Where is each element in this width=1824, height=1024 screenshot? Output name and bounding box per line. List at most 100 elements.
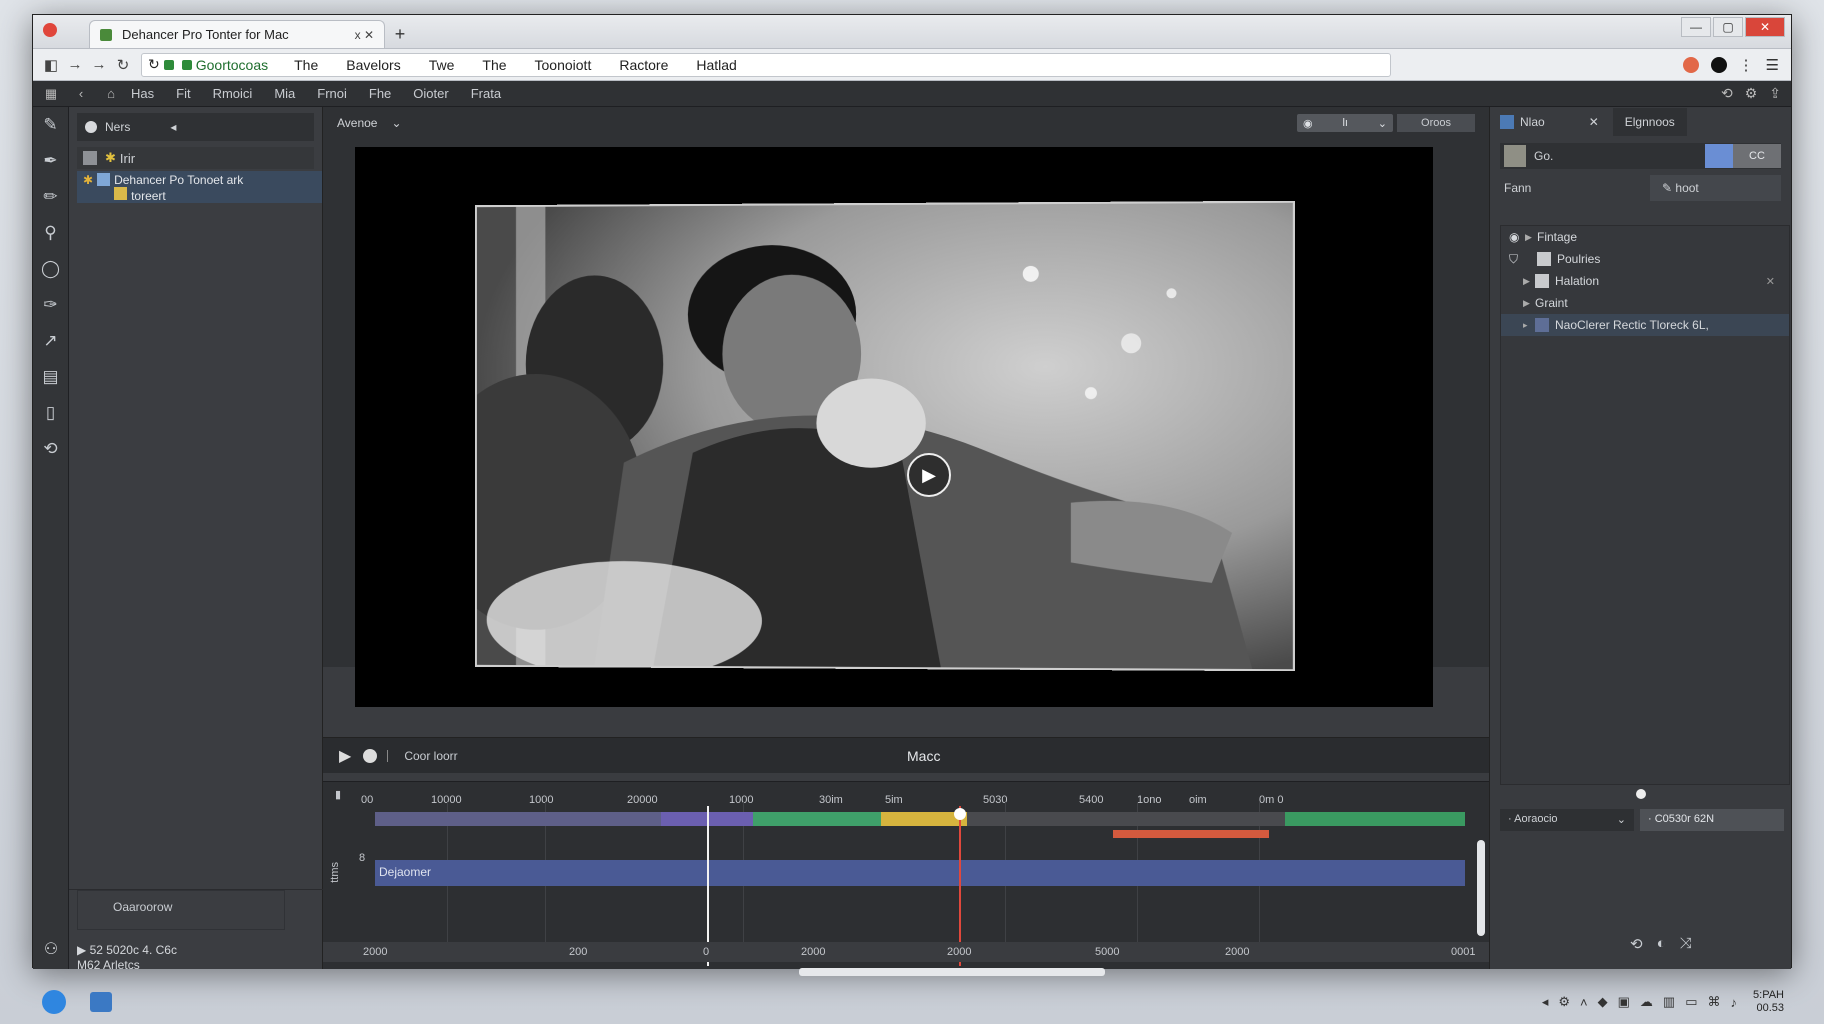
help-icon[interactable]: ⚇: [33, 939, 69, 959]
marker-range-bar[interactable]: [1113, 830, 1269, 838]
effect-toggle-icon[interactable]: ◉: [1509, 230, 1525, 244]
tray-arrow-icon[interactable]: ◂: [1542, 994, 1549, 1010]
url-input[interactable]: ↻ Goortocoas The Bavelors Twe The Toonoi…: [141, 53, 1391, 77]
menu-item-2[interactable]: Fit: [176, 86, 190, 101]
timeline-ruler[interactable]: ▮ 00 10000 1000 20000 1000 30im 5im 5030…: [323, 782, 1489, 804]
expand-icon[interactable]: ▶: [1523, 276, 1535, 287]
view-mode-toggle[interactable]: ◉ lı ⌄: [1297, 114, 1393, 132]
more-icon[interactable]: ⋮: [1739, 56, 1754, 74]
effect-checkbox[interactable]: [1537, 252, 1551, 266]
menu-item-7[interactable]: Oioter: [413, 86, 448, 101]
close-dot-icon[interactable]: [43, 23, 57, 37]
expand-icon[interactable]: ▸: [1523, 320, 1535, 331]
layers-tool-icon[interactable]: ▤: [33, 359, 68, 395]
color-segment-bar[interactable]: [375, 812, 1465, 826]
inspector-col-1[interactable]: Fann: [1500, 181, 1650, 195]
viewer-tab[interactable]: Avenoe: [337, 116, 377, 130]
zoom-select[interactable]: Oroos: [1397, 114, 1475, 132]
color-segment[interactable]: [375, 812, 661, 826]
record-icon[interactable]: [363, 749, 377, 763]
playhead-handle[interactable]: [954, 808, 966, 820]
inspector-tab-close-icon[interactable]: ✕: [1589, 115, 1599, 129]
browser-tab[interactable]: Dehancer Pro Tonter for Mac x ✕: [89, 20, 385, 48]
reload-icon[interactable]: ↻: [111, 53, 135, 77]
menu-item-3[interactable]: Rmoici: [213, 86, 253, 101]
slider-handle[interactable]: [1636, 789, 1646, 799]
shuffle-icon[interactable]: ⤨: [1680, 935, 1692, 953]
extension-icon[interactable]: [1683, 57, 1699, 73]
app-logo-icon[interactable]: ▦: [41, 86, 61, 102]
play-overlay-icon[interactable]: ▶: [907, 453, 951, 497]
node-tool-icon[interactable]: ⚲: [33, 215, 68, 251]
tray-network-icon[interactable]: ⌘: [1708, 994, 1721, 1010]
tray-camera-icon[interactable]: ▣: [1618, 994, 1630, 1010]
start-icon[interactable]: [42, 990, 66, 1014]
tray-app-icon[interactable]: ◆: [1598, 994, 1608, 1010]
project-row[interactable]: ✱ Irir: [77, 147, 314, 169]
timeline-horizontal-scrollbar[interactable]: [799, 968, 1105, 976]
inspector-tab-2[interactable]: Elgnnoos: [1613, 108, 1687, 136]
tab-close-icon[interactable]: x ✕: [355, 28, 374, 42]
bookmark-2[interactable]: Bavelors: [346, 57, 400, 73]
blend-dropdown[interactable]: · Aoraocio ⌄: [1500, 809, 1634, 831]
row-checkbox[interactable]: [83, 151, 97, 165]
tray-cloud-icon[interactable]: ☁: [1640, 994, 1653, 1010]
effect-toggle-icon[interactable]: ⛉: [1509, 252, 1537, 267]
menu-item-1[interactable]: Has: [131, 86, 154, 101]
effect-item[interactable]: ◉ ▶ Fintage: [1501, 226, 1789, 248]
eyedropper-tool-icon[interactable]: ✑: [33, 287, 68, 323]
pen-tool-icon[interactable]: ✒: [33, 143, 68, 179]
project-footer-label[interactable]: Oaaroorow: [113, 900, 172, 914]
effect-item[interactable]: ▶ Graint: [1501, 292, 1789, 314]
menu-item-5[interactable]: Frnoi: [317, 86, 347, 101]
window-close-icon[interactable]: ✕: [1745, 17, 1785, 37]
inspector-slider[interactable]: [1500, 789, 1790, 799]
bookmark-4[interactable]: The: [482, 57, 506, 73]
bookmark-1[interactable]: The: [294, 57, 318, 73]
effect-checkbox[interactable]: [1535, 318, 1549, 332]
back-icon[interactable]: ◧: [39, 53, 63, 77]
value-field[interactable]: · C0530r 62N: [1640, 809, 1784, 831]
menu-icon[interactable]: ☰: [1766, 56, 1779, 74]
maximize-icon[interactable]: ▢: [1713, 17, 1743, 37]
minimize-icon[interactable]: —: [1681, 17, 1711, 37]
collapse-icon[interactable]: ◂: [170, 120, 176, 134]
bookmark-3[interactable]: Twe: [429, 57, 455, 73]
timeline-clip[interactable]: Dejaomer: [375, 860, 1465, 886]
timeline-bottom-ruler[interactable]: 2000 200 0 2000 2000 5000 2000 0001: [323, 942, 1489, 962]
inspector-tab-1[interactable]: Nlao: [1520, 115, 1545, 129]
effect-item[interactable]: ▶ Halation ✕: [1501, 270, 1789, 292]
forward-icon[interactable]: →: [63, 53, 87, 77]
color-segment[interactable]: [967, 812, 1285, 826]
effect-checkbox[interactable]: [1535, 274, 1549, 288]
tray-display-icon[interactable]: ▭: [1685, 994, 1697, 1010]
forward2-icon[interactable]: →: [87, 53, 111, 77]
document-tool-icon[interactable]: ▯: [33, 395, 68, 431]
tray-settings-icon[interactable]: ⚙: [1558, 994, 1570, 1010]
circle-tool-icon[interactable]: ◯: [33, 251, 68, 287]
menu-item-4[interactable]: Mia: [274, 86, 295, 101]
menu-item-8[interactable]: Frata: [471, 86, 501, 101]
color-segment[interactable]: [1285, 812, 1465, 826]
remove-effect-icon[interactable]: ✕: [1766, 275, 1775, 288]
refresh-icon[interactable]: ↻: [148, 56, 160, 73]
compare-button[interactable]: CC: [1733, 144, 1781, 168]
project-header[interactable]: Ners ◂: [77, 113, 314, 141]
effect-item-selected[interactable]: ▸ NaoClerer Rectic Tloreck 6L,: [1501, 314, 1789, 336]
settings-icon[interactable]: ⚙: [1745, 85, 1758, 102]
curve-tool-icon[interactable]: ↗: [33, 323, 68, 359]
inspector-col-2[interactable]: ✎ hoot: [1650, 175, 1781, 201]
bookmark-7[interactable]: Hatlad: [696, 57, 736, 73]
pencil-tool-icon[interactable]: ✏: [33, 179, 68, 215]
clock[interactable]: 5:PAH 00.53: [1753, 989, 1784, 1015]
expand-icon[interactable]: ▶: [1525, 232, 1537, 243]
nav-back-icon[interactable]: ‹: [71, 86, 91, 101]
color-segment[interactable]: [753, 812, 881, 826]
selected-project-item[interactable]: ✱ Dehancer Po Tonoet ark toreert: [77, 171, 322, 203]
expand-icon[interactable]: ▶: [1523, 298, 1535, 309]
bookmark-6[interactable]: Ractore: [619, 57, 668, 73]
menu-item-6[interactable]: Fhe: [369, 86, 391, 101]
viewer-tab-dropdown-icon[interactable]: ⌄: [391, 116, 401, 130]
compare-icon[interactable]: ◐: [1657, 935, 1666, 953]
new-tab-button[interactable]: +: [385, 20, 415, 48]
